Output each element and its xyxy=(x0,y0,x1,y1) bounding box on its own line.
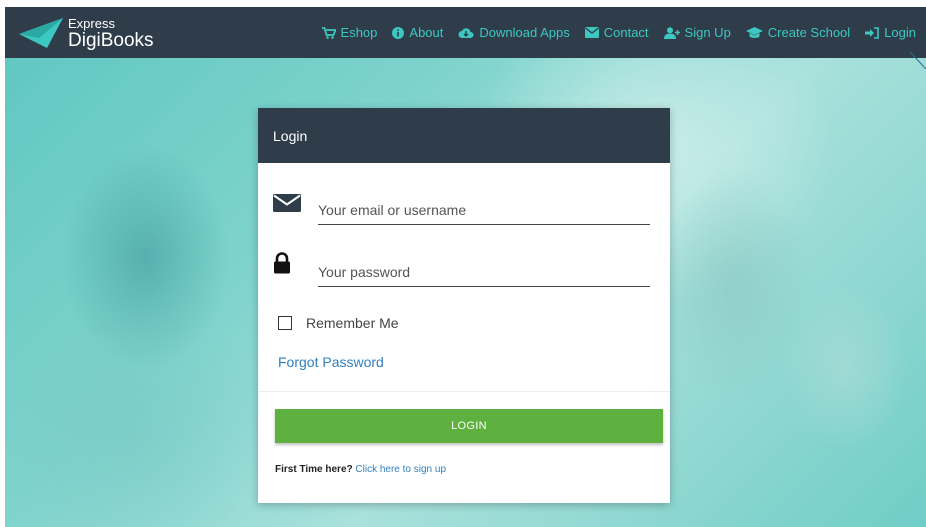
signup-link[interactable]: Click here to sign up xyxy=(355,464,446,475)
page-background: Express DigiBooks Eshop About Download A… xyxy=(5,7,926,527)
envelope-icon xyxy=(273,194,301,212)
remember-me[interactable]: Remember Me xyxy=(278,315,399,331)
login-card: Login Remember Me Forgot Password LOGIN … xyxy=(258,108,670,503)
login-button[interactable]: LOGIN xyxy=(275,409,663,443)
password-input[interactable] xyxy=(318,258,650,287)
password-field-group xyxy=(273,252,651,292)
first-time-text: First Time here? Click here to sign up xyxy=(275,464,446,475)
email-input[interactable] xyxy=(318,196,650,225)
lock-icon xyxy=(274,252,290,274)
email-field-group xyxy=(273,190,651,230)
card-divider xyxy=(258,391,670,392)
login-card-title: Login xyxy=(258,108,670,163)
forgot-password-link[interactable]: Forgot Password xyxy=(278,354,384,370)
remember-me-checkbox[interactable] xyxy=(278,316,292,330)
remember-me-label: Remember Me xyxy=(306,315,399,331)
first-time-label: First Time here? xyxy=(275,464,353,475)
